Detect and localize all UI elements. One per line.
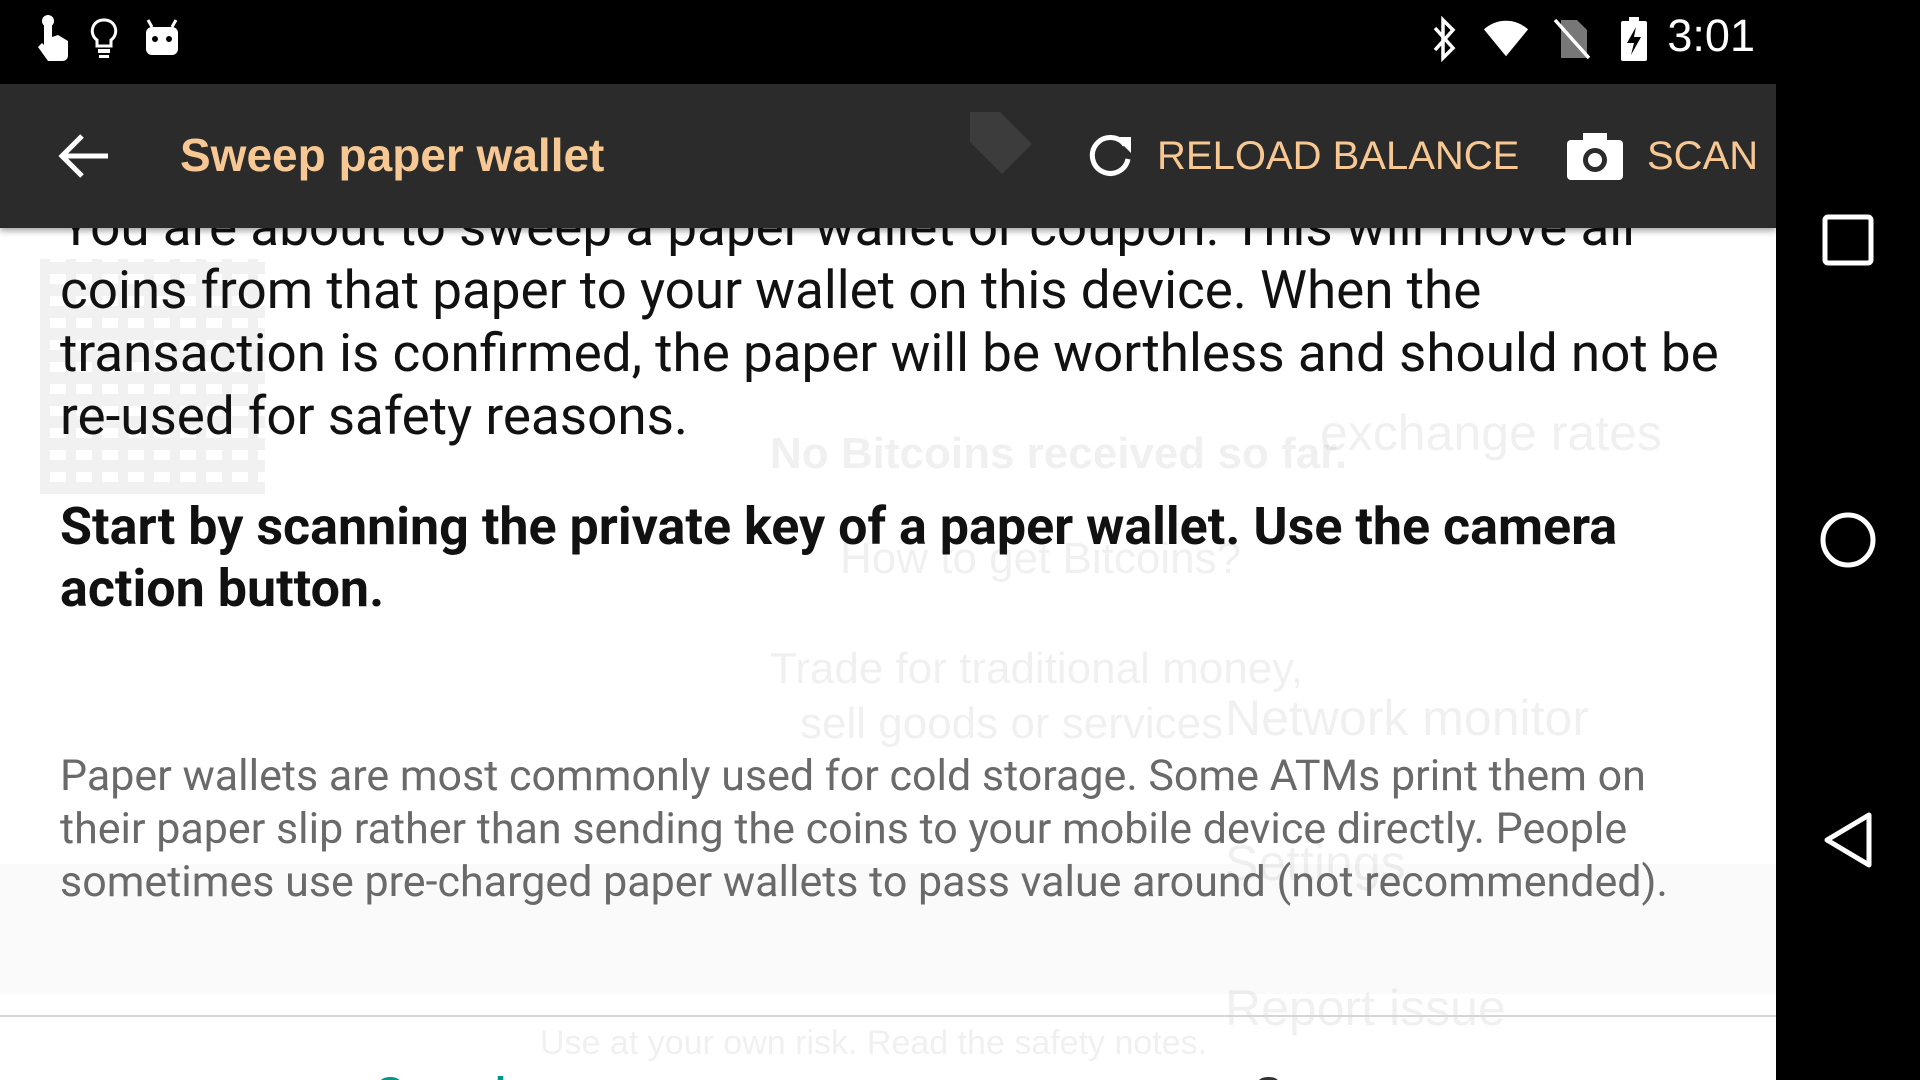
scan-label: SCAN [1647,133,1759,178]
touch-icon [28,14,76,64]
recents-icon [1822,214,1874,266]
reload-balance-button[interactable]: RELOAD BALANCE [1085,124,1519,188]
sweep-button[interactable]: Sweep [1255,1070,1382,1080]
page-title: Sweep paper wallet [180,129,605,181]
scan-button[interactable]: SCAN [1565,124,1758,188]
toolbar: Sweep paper wallet RELOAD BALANCE SCAN [0,84,1776,228]
no-sim-icon [1548,14,1596,64]
dialog-divider [0,1015,1776,1017]
reload-balance-label: RELOAD BALANCE [1157,133,1520,178]
status-bar: 3:01 [0,0,1920,84]
back-nav-button[interactable] [1776,780,1920,900]
bluetooth-icon [1420,14,1468,64]
cancel-button[interactable]: Cancel [375,1070,506,1080]
android-icon [138,14,186,64]
back-button[interactable] [52,124,116,188]
intro-text: You are about to sweep a paper wallet or… [60,196,1719,447]
recents-button[interactable] [1776,180,1920,300]
lightbulb-icon [80,14,128,64]
back-icon [1824,812,1872,868]
arrow-left-icon [58,134,108,178]
note-text: Paper wallets are most commonly used for… [60,751,1668,907]
clock: 3:01 [1667,10,1755,61]
home-icon [1820,512,1876,568]
refresh-icon [1085,131,1135,181]
wifi-icon [1482,14,1530,64]
instruction-text: Start by scanning the private key of a p… [60,496,1618,619]
battery-charging-icon [1610,14,1658,64]
home-button[interactable] [1776,480,1920,600]
background-tag-icon [966,108,1036,182]
dialog-content: You are about to sweep a paper wallet or… [0,196,1776,1080]
app-screen: No Bitcoins received so far. How to get … [0,84,1776,1080]
camera-icon [1565,130,1625,182]
navigation-bar [1776,0,1920,1080]
